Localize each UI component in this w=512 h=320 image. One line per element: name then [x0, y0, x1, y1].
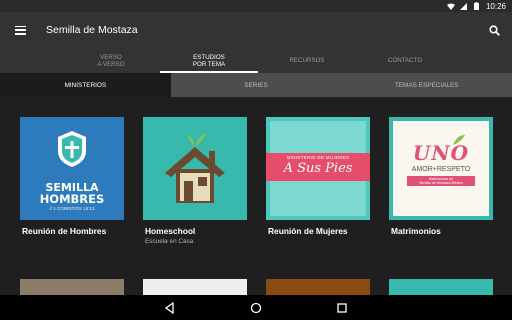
leaves-icon — [453, 135, 465, 145]
search-icon — [488, 24, 500, 36]
card-reunion-de-hombres[interactable]: SEMILLA HOMBRES // 1 CORINTIOS 16:13 Reu… — [20, 117, 124, 236]
home-button[interactable] — [249, 301, 263, 315]
card-thumbnail-row2-2[interactable] — [143, 279, 247, 295]
card-homeschool[interactable]: Homeschool Escuela en Casa — [143, 117, 247, 245]
ribbon-line2: Semilla de Mostaza México — [419, 181, 463, 185]
tab-label-line2: A VERSO — [97, 60, 125, 68]
tab-label: CONTACTO — [387, 57, 423, 64]
tab-estudios-por-tema[interactable]: ESTUDIOS POR TEMA — [160, 48, 258, 73]
main-tabs: VERSO A VERSO ESTUDIOS POR TEMA RECURSOS C… — [0, 48, 512, 73]
card-title: Reunión de Hombres — [22, 226, 107, 236]
back-icon — [164, 301, 174, 314]
recents-icon — [337, 302, 347, 313]
logo-brand-2: HOMBRES — [39, 191, 105, 206]
card-thumbnail-row2-1[interactable] — [20, 279, 124, 295]
tab-label-line2: POR TEMA — [192, 60, 226, 68]
ministries-grid: SEMILLA HOMBRES // 1 CORINTIOS 16:13 Reu… — [0, 97, 512, 295]
house-icon — [143, 117, 247, 220]
search-button[interactable] — [476, 12, 512, 48]
card-subtitle: Escuela en Casa — [145, 238, 194, 245]
tab-contacto[interactable]: CONTACTO — [356, 48, 454, 73]
logo-ribbon: Matrimonios de Semilla de Mostaza México — [407, 176, 475, 186]
wifi-icon — [446, 2, 455, 10]
card-title: Matrimonios — [391, 226, 441, 236]
card-thumbnail: MINISTERIO DE MUJERES A Sus Pies — [266, 117, 370, 220]
signal-icon — [460, 2, 468, 10]
logo-brand: SEMILLA — [45, 180, 99, 194]
logo-verse: // 1 CORINTIOS 16:13 — [49, 206, 95, 211]
hamburger-icon — [14, 25, 26, 35]
tab-verso-a-verso[interactable]: VERSO A VERSO — [62, 48, 160, 73]
recents-button[interactable] — [335, 301, 349, 315]
clock: 10:26 — [485, 1, 506, 11]
battery-icon — [473, 2, 481, 10]
status-bar: 10:26 — [0, 0, 512, 12]
card-thumbnail — [143, 117, 247, 220]
card-thumbnail-row2-4[interactable] — [389, 279, 493, 295]
app-bar: Semilla de Mostaza — [0, 12, 512, 48]
category-tabs: MINISTERIOS SERIES TEMAS ESPECIALES — [0, 73, 512, 97]
logo-uno: UNO — [412, 141, 470, 165]
home-icon — [250, 302, 262, 313]
card-title: Reunión de Mujeres — [268, 226, 348, 236]
banner-script: A Sus Pies — [283, 161, 353, 176]
app-title: Semilla de Mostaza — [46, 24, 138, 36]
card-reunion-de-mujeres[interactable]: MINISTERIO DE MUJERES A Sus Pies Reunión… — [266, 117, 370, 236]
tab-series[interactable]: SERIES — [170, 73, 342, 97]
menu-button[interactable] — [0, 12, 40, 48]
navigation-bar — [0, 295, 512, 320]
card-thumbnail-row2-3[interactable] — [266, 279, 370, 295]
banner-top: MINISTERIO DE MUJERES — [286, 155, 350, 160]
back-button[interactable] — [163, 301, 177, 315]
tab-label-line1: VERSO — [100, 53, 122, 61]
card-thumbnail: UNO AMOR+RESPETO Matrimonios de Semilla … — [389, 117, 493, 220]
card-title: Homeschool — [145, 226, 196, 236]
card-thumbnail: SEMILLA HOMBRES // 1 CORINTIOS 16:13 — [20, 117, 124, 220]
tab-temas-especiales[interactable]: TEMAS ESPECIALES — [341, 73, 512, 97]
tab-label-line1: ESTUDIOS — [193, 53, 225, 61]
tab-label: RECURSOS — [289, 57, 325, 64]
card-matrimonios[interactable]: UNO AMOR+RESPETO Matrimonios de Semilla … — [389, 117, 493, 236]
logo-tagline: AMOR+RESPETO — [411, 166, 471, 173]
tab-ministerios[interactable]: MINISTERIOS — [0, 73, 171, 97]
tab-recursos[interactable]: RECURSOS — [258, 48, 356, 73]
